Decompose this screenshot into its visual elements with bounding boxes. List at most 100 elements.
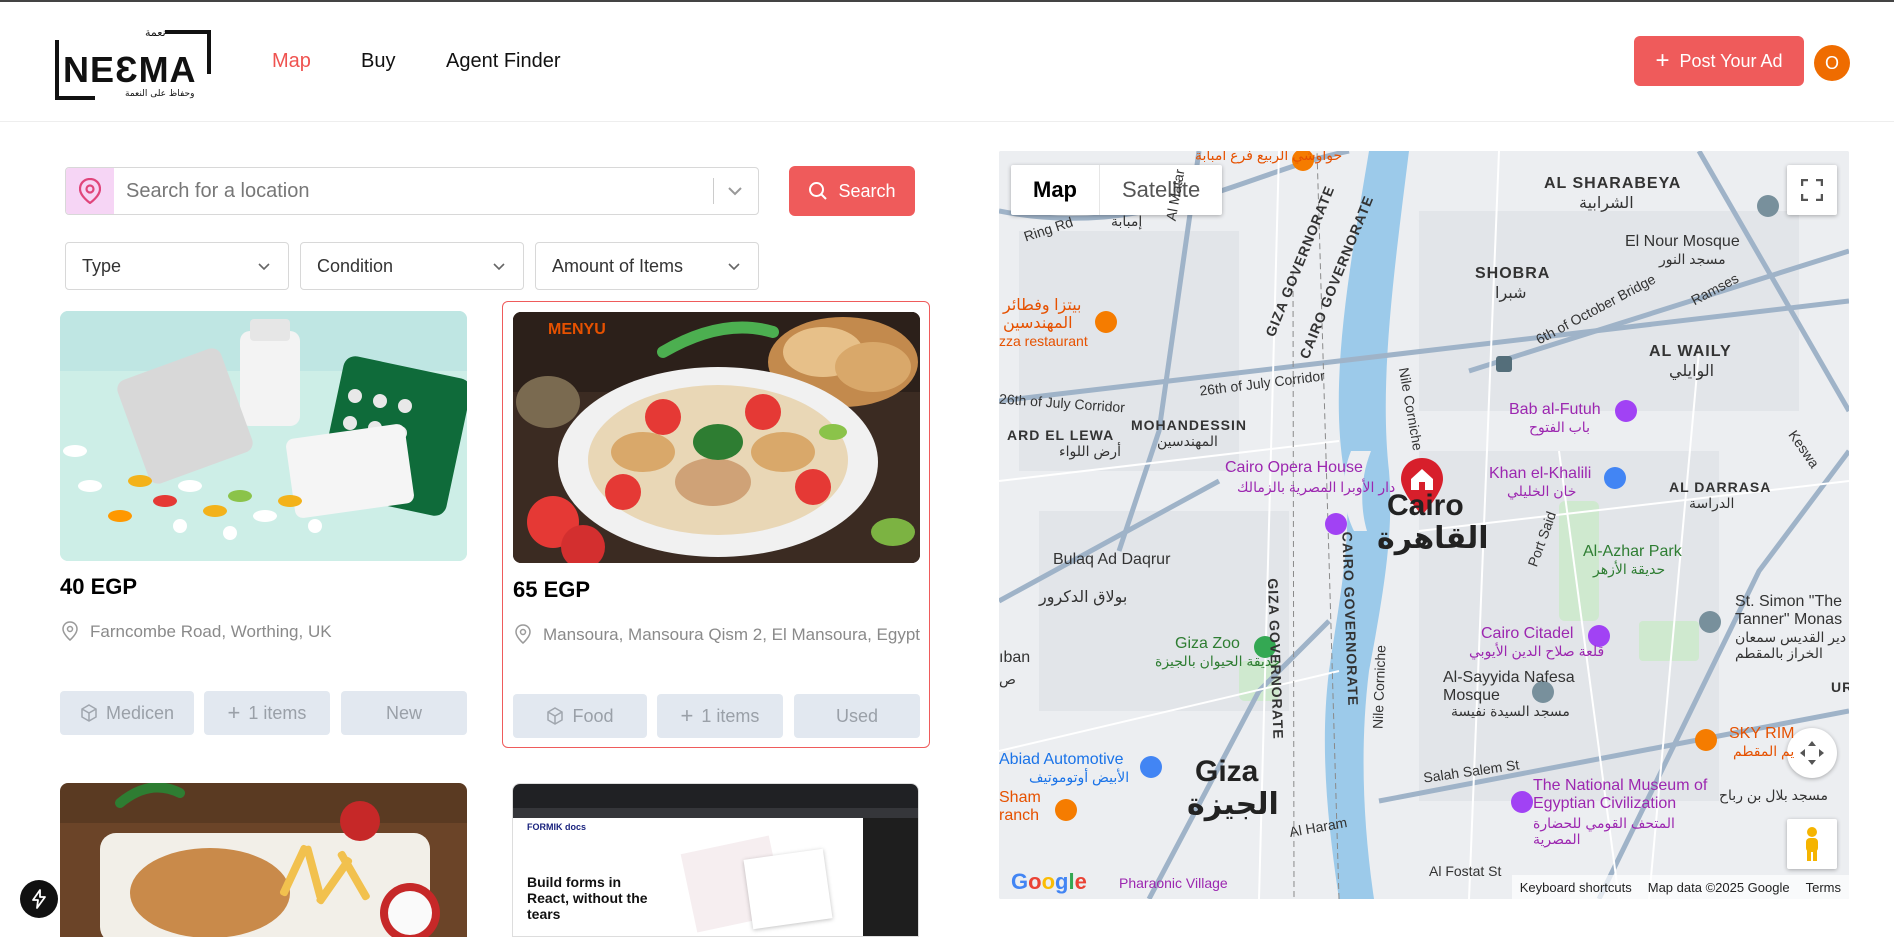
package-icon bbox=[81, 704, 97, 722]
map-label: دار الأوبرا المصرية بالزمالك bbox=[1237, 479, 1396, 495]
map-label: بيتزا وفطائر المهندسين bbox=[1003, 297, 1082, 332]
condition-filter[interactable]: Condition bbox=[300, 242, 524, 290]
chevron-down-icon bbox=[493, 263, 505, 271]
post-your-ad-button[interactable]: + Post Your Ad bbox=[1634, 36, 1804, 86]
map-label: Cairo Opera House bbox=[1225, 459, 1363, 476]
restaurant-icon[interactable] bbox=[1695, 729, 1717, 751]
map-label: Bab al-Futuh bbox=[1509, 401, 1601, 418]
listing-location: Mansoura, Mansoura Qism 2, El Mansoura, … bbox=[543, 625, 920, 644]
map-label: شبرا bbox=[1495, 285, 1527, 302]
fullscreen-icon[interactable] bbox=[1787, 165, 1837, 215]
map-label: Khan el-Khalili bbox=[1489, 465, 1592, 482]
location-search-box bbox=[65, 167, 759, 215]
mosque-icon[interactable] bbox=[1757, 195, 1779, 217]
search-button[interactable]: Search bbox=[789, 166, 915, 216]
map-label: zza restaurant bbox=[999, 333, 1088, 349]
map-label: Cairo bbox=[1387, 489, 1464, 522]
amount-filter-label: Amount of Items bbox=[552, 255, 684, 276]
church-icon[interactable] bbox=[1699, 611, 1721, 633]
shopping-icon[interactable] bbox=[1604, 467, 1626, 489]
logo-mark: NEƐMA نعمة وحفاظ على النعمة bbox=[55, 26, 211, 100]
listing-image-shawarma[interactable] bbox=[60, 783, 467, 937]
restaurant-icon[interactable] bbox=[1055, 799, 1077, 821]
condition-tag: Used bbox=[794, 694, 920, 738]
restaurant-icon[interactable] bbox=[1095, 311, 1117, 333]
svg-text:NEƐMA: NEƐMA bbox=[63, 49, 197, 90]
location-pin-icon bbox=[66, 168, 114, 214]
map-label: Giza bbox=[1195, 755, 1259, 788]
listing-image-food: MENYU bbox=[513, 312, 920, 563]
map-tab-satellite[interactable]: Satellite bbox=[1100, 165, 1222, 215]
map-label: Giza Zoo bbox=[1175, 635, 1240, 652]
type-filter[interactable]: Type bbox=[65, 242, 289, 290]
map-label: MOHANDESSIN bbox=[1131, 417, 1248, 433]
map-label: الشرابية bbox=[1579, 195, 1634, 212]
condition-tag: New bbox=[341, 691, 467, 735]
map-label: UR bbox=[1831, 679, 1849, 695]
map-label: SKY RIM bbox=[1729, 725, 1795, 742]
map-label: دير القديس سمعان الخراز بالمقطم bbox=[1735, 629, 1847, 661]
chevron-down-icon bbox=[258, 263, 270, 271]
listing-card[interactable]: 40 EGP Farncombe Road, Worthing, UK Medi… bbox=[60, 311, 467, 741]
lightning-icon[interactable] bbox=[20, 880, 58, 918]
items-tag: + 1 items bbox=[657, 694, 783, 738]
plus-icon: + bbox=[680, 703, 694, 728]
map-label: Bulaq Ad Daqrur bbox=[1053, 551, 1171, 568]
category-tag: Food bbox=[513, 694, 647, 738]
map-data-text: Map data ©2025 Google bbox=[1647, 879, 1790, 895]
pegman-icon[interactable] bbox=[1787, 819, 1837, 869]
map-label: Cairo Citadel bbox=[1481, 625, 1574, 642]
map[interactable]: Map Satellite AL SHARABEYA الشرابية SHOB… bbox=[999, 151, 1849, 899]
camera-control-icon[interactable] bbox=[1787, 728, 1837, 778]
items-label: 1 items bbox=[248, 702, 307, 723]
logo[interactable]: NEƐMA نعمة وحفاظ على النعمة bbox=[55, 22, 211, 102]
devtools-panel bbox=[863, 818, 918, 936]
map-label: الدراسة bbox=[1689, 495, 1735, 511]
map-label: ıban bbox=[999, 649, 1031, 666]
shopping-icon[interactable] bbox=[1140, 756, 1162, 778]
map-label: حديقة الحيوان بالجيزة bbox=[1155, 653, 1281, 669]
museum-icon[interactable] bbox=[1511, 791, 1533, 813]
map-tab-map[interactable]: Map bbox=[1011, 165, 1100, 215]
map-label: المتحف القومي للحضارة المصرية bbox=[1533, 815, 1675, 847]
keyboard-shortcuts-link[interactable]: Keyboard shortcuts bbox=[1520, 880, 1632, 895]
map-label: Pharaonic Village bbox=[1119, 875, 1228, 891]
category-tag: Medicen bbox=[60, 691, 194, 735]
location-search-input[interactable] bbox=[126, 168, 666, 214]
screenshot-headline: Build forms in React, without the tears bbox=[527, 874, 648, 922]
metro-icon[interactable] bbox=[1496, 356, 1512, 372]
nav-map[interactable]: Map bbox=[272, 50, 311, 73]
map-label: مسجد السيدة نفيسة bbox=[1451, 703, 1570, 719]
location-pin-icon bbox=[515, 624, 531, 644]
condition-filter-label: Condition bbox=[317, 255, 394, 276]
map-label: بولاق الدكرور bbox=[1039, 589, 1128, 606]
listing-price: 40 EGP bbox=[60, 574, 138, 599]
listing-image-screenshot[interactable]: FORMIK docs Build forms in React, withou… bbox=[512, 783, 919, 937]
package-icon bbox=[547, 707, 564, 725]
svg-text:نعمة: نعمة bbox=[145, 26, 166, 39]
listing-card-selected[interactable]: MENYU 65 EGP Mansoura, Mansoura Qism 2, … bbox=[502, 301, 930, 748]
map-label: Abiad Automotive bbox=[999, 751, 1124, 768]
map-label: Sham bbox=[999, 789, 1041, 806]
nav-buy[interactable]: Buy bbox=[361, 50, 395, 73]
avatar[interactable]: O bbox=[1814, 45, 1850, 81]
search-button-label: Search bbox=[838, 180, 896, 201]
location-pin-icon bbox=[62, 621, 78, 641]
nav-agent-finder[interactable]: Agent Finder bbox=[446, 50, 561, 73]
landmark-icon[interactable] bbox=[1615, 400, 1637, 422]
type-filter-label: Type bbox=[82, 255, 122, 276]
chevron-down-icon bbox=[728, 263, 740, 271]
map-label: الوايلي bbox=[1669, 363, 1715, 380]
map-label: Al-Sayyida Nafesa Mosque bbox=[1443, 669, 1575, 704]
map-label: ص bbox=[999, 671, 1016, 687]
listing-location: Farncombe Road, Worthing, UK bbox=[90, 622, 332, 641]
map-label: Al-Azhar Park bbox=[1583, 543, 1682, 560]
items-tag: + 1 items bbox=[204, 691, 330, 735]
terms-link[interactable]: Terms bbox=[1806, 880, 1841, 895]
map-label: AL WAILY bbox=[1649, 343, 1732, 360]
plus-icon: + bbox=[227, 700, 241, 725]
map-label: قلعة صلاح الدين الأيوبي bbox=[1469, 643, 1605, 659]
amount-filter[interactable]: Amount of Items bbox=[535, 242, 759, 290]
chevron-down-icon[interactable] bbox=[724, 180, 746, 202]
map-type-control: Map Satellite bbox=[1011, 165, 1223, 215]
